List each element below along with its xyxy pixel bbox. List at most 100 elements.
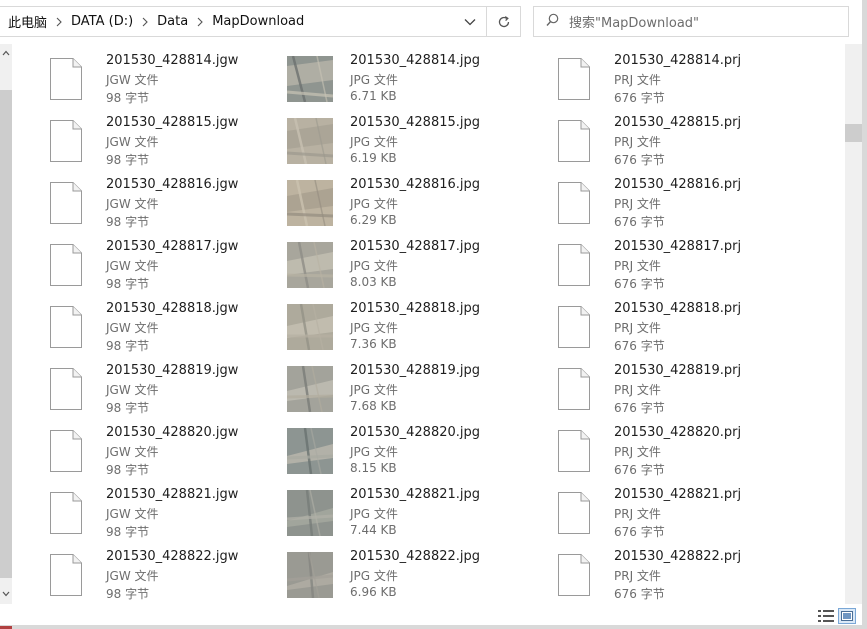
file-name[interactable]: 201530_428814.jgw (106, 53, 238, 68)
nav-pane-scroll-thumb[interactable] (0, 90, 12, 578)
image-thumbnail[interactable] (286, 550, 334, 600)
file-item-jgw[interactable]: 201530_428821.jgw JGW 文件 98 字节 (42, 484, 292, 542)
file-item-jpg[interactable]: 201530_428819.jpg JPG 文件 7.68 KB (286, 360, 536, 418)
file-item-jpg[interactable]: 201530_428818.jpg JPG 文件 7.36 KB (286, 298, 536, 356)
file-item-jpg[interactable]: 201530_428821.jpg JPG 文件 7.44 KB (286, 484, 536, 542)
file-name[interactable]: 201530_428821.prj (614, 487, 741, 502)
file-name[interactable]: 201530_428822.jgw (106, 549, 238, 564)
file-item-jgw[interactable]: 201530_428815.jgw JGW 文件 98 字节 (42, 112, 292, 170)
file-icon[interactable] (550, 116, 598, 166)
file-item-prj[interactable]: 201530_428819.prj PRJ 文件 676 字节 (550, 360, 800, 418)
file-item-prj[interactable]: 201530_428817.prj PRJ 文件 676 字节 (550, 236, 800, 294)
image-thumbnail[interactable] (286, 54, 334, 104)
file-item-jgw[interactable]: 201530_428814.jgw JGW 文件 98 字节 (42, 50, 292, 108)
file-list-scroll-thumb[interactable] (845, 124, 862, 142)
file-name[interactable]: 201530_428816.jpg (350, 177, 480, 192)
file-icon[interactable] (550, 426, 598, 476)
file-name[interactable]: 201530_428815.jpg (350, 115, 480, 130)
file-name[interactable]: 201530_428814.jpg (350, 53, 480, 68)
file-icon[interactable] (550, 550, 598, 600)
file-icon[interactable] (550, 302, 598, 352)
file-name[interactable]: 201530_428821.jpg (350, 487, 480, 502)
file-name[interactable]: 201530_428822.prj (614, 549, 741, 564)
file-item-jpg[interactable]: 201530_428822.jpg JPG 文件 6.96 KB (286, 546, 536, 604)
file-item-jgw[interactable]: 201530_428822.jgw JGW 文件 98 字节 (42, 546, 292, 604)
scroll-down-arrow-icon[interactable] (0, 587, 12, 601)
image-thumbnail[interactable] (286, 240, 334, 290)
file-name[interactable]: 201530_428820.prj (614, 425, 741, 440)
file-icon[interactable] (42, 426, 90, 476)
image-thumbnail[interactable] (286, 302, 334, 352)
file-item-jpg[interactable]: 201530_428815.jpg JPG 文件 6.19 KB (286, 112, 536, 170)
file-name[interactable]: 201530_428822.jpg (350, 549, 480, 564)
large-icons-view-icon[interactable] (838, 608, 856, 624)
file-item-jpg[interactable]: 201530_428817.jpg JPG 文件 8.03 KB (286, 236, 536, 294)
breadcrumb-mapdownload[interactable]: MapDownload (210, 14, 306, 29)
file-item-prj[interactable]: 201530_428815.prj PRJ 文件 676 字节 (550, 112, 800, 170)
file-item-prj[interactable]: 201530_428818.prj PRJ 文件 676 字节 (550, 298, 800, 356)
file-name[interactable]: 201530_428819.prj (614, 363, 741, 378)
search-box[interactable]: 搜索"MapDownload" (533, 6, 849, 37)
file-item-jgw[interactable]: 201530_428819.jgw JGW 文件 98 字节 (42, 360, 292, 418)
file-icon[interactable] (550, 178, 598, 228)
file-item-jgw[interactable]: 201530_428820.jgw JGW 文件 98 字节 (42, 422, 292, 480)
file-name[interactable]: 201530_428817.jpg (350, 239, 480, 254)
file-name[interactable]: 201530_428818.jgw (106, 301, 238, 316)
scroll-up-arrow-icon[interactable] (0, 46, 12, 60)
chevron-right-icon[interactable] (135, 7, 155, 36)
file-name[interactable]: 201530_428814.prj (614, 53, 741, 68)
file-name[interactable]: 201530_428815.prj (614, 115, 741, 130)
file-item-prj[interactable]: 201530_428821.prj PRJ 文件 676 字节 (550, 484, 800, 542)
chevron-right-icon[interactable] (190, 7, 210, 36)
file-name[interactable]: 201530_428816.jgw (106, 177, 238, 192)
file-item-jgw[interactable]: 201530_428817.jgw JGW 文件 98 字节 (42, 236, 292, 294)
breadcrumb-drive-d[interactable]: DATA (D:) (69, 14, 135, 29)
breadcrumb-this-pc[interactable]: 此电脑 (6, 12, 49, 31)
image-thumbnail[interactable] (286, 178, 334, 228)
file-name[interactable]: 201530_428817.prj (614, 239, 741, 254)
image-thumbnail[interactable] (286, 116, 334, 166)
file-icon[interactable] (42, 550, 90, 600)
file-name[interactable]: 201530_428818.prj (614, 301, 741, 316)
file-name[interactable]: 201530_428818.jpg (350, 301, 480, 316)
file-item-prj[interactable]: 201530_428820.prj PRJ 文件 676 字节 (550, 422, 800, 480)
image-thumbnail[interactable] (286, 488, 334, 538)
file-name[interactable]: 201530_428819.jgw (106, 363, 238, 378)
file-icon[interactable] (42, 488, 90, 538)
image-thumbnail[interactable] (286, 364, 334, 414)
refresh-icon[interactable] (486, 7, 520, 36)
file-name[interactable]: 201530_428817.jgw (106, 239, 238, 254)
file-item-jpg[interactable]: 201530_428816.jpg JPG 文件 6.29 KB (286, 174, 536, 232)
file-icon[interactable] (550, 240, 598, 290)
file-item-prj[interactable]: 201530_428814.prj PRJ 文件 676 字节 (550, 50, 800, 108)
file-item-jgw[interactable]: 201530_428816.jgw JGW 文件 98 字节 (42, 174, 292, 232)
file-icon[interactable] (42, 54, 90, 104)
address-bar[interactable]: 此电脑 DATA (D:) Data MapDownload (0, 6, 521, 37)
details-view-icon[interactable] (817, 608, 835, 624)
file-icon[interactable] (42, 116, 90, 166)
chevron-right-icon[interactable] (49, 7, 69, 36)
file-icon[interactable] (42, 302, 90, 352)
nav-pane-scrollbar[interactable] (0, 44, 12, 604)
file-name[interactable]: 201530_428820.jpg (350, 425, 480, 440)
file-item-prj[interactable]: 201530_428816.prj PRJ 文件 676 字节 (550, 174, 800, 232)
breadcrumb-data[interactable]: Data (155, 14, 190, 29)
file-item-prj[interactable]: 201530_428822.prj PRJ 文件 676 字节 (550, 546, 800, 604)
file-icon[interactable] (42, 364, 90, 414)
image-thumbnail[interactable] (286, 426, 334, 476)
file-item-jpg[interactable]: 201530_428814.jpg JPG 文件 6.71 KB (286, 50, 536, 108)
search-placeholder[interactable]: 搜索"MapDownload" (569, 12, 699, 31)
file-icon[interactable] (550, 488, 598, 538)
file-item-jpg[interactable]: 201530_428820.jpg JPG 文件 8.15 KB (286, 422, 536, 480)
file-icon[interactable] (550, 364, 598, 414)
file-name[interactable]: 201530_428816.prj (614, 177, 741, 192)
file-icon[interactable] (42, 240, 90, 290)
file-name[interactable]: 201530_428821.jgw (106, 487, 238, 502)
file-icon[interactable] (42, 178, 90, 228)
file-icon[interactable] (550, 54, 598, 104)
file-list-scrollbar[interactable] (845, 44, 862, 604)
chevron-down-icon[interactable] (454, 7, 486, 36)
file-name[interactable]: 201530_428815.jgw (106, 115, 238, 130)
file-name[interactable]: 201530_428819.jpg (350, 363, 480, 378)
file-item-jgw[interactable]: 201530_428818.jgw JGW 文件 98 字节 (42, 298, 292, 356)
